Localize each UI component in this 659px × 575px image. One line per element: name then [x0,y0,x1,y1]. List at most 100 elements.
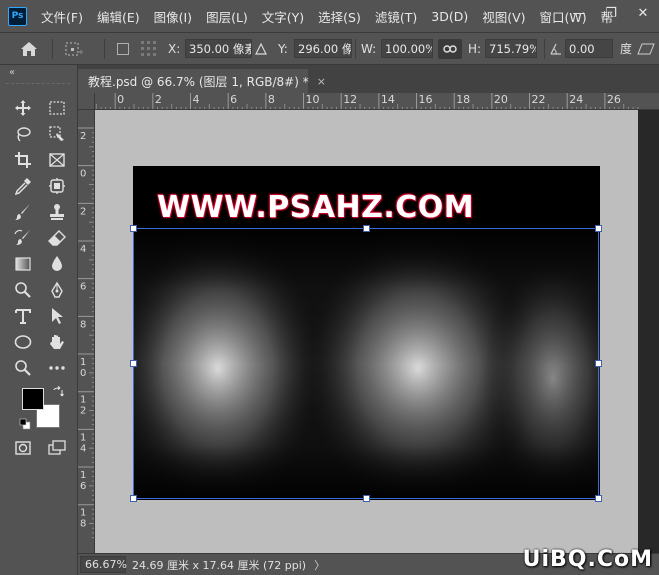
ruler-left-label: 4 [80,443,86,454]
panel-grip[interactable] [6,83,70,90]
transform-handle-bottom-left[interactable] [130,495,137,502]
frame-icon[interactable] [45,148,69,172]
zoom-icon[interactable] [11,356,35,380]
options-bar: X: 350.00 像素 Y: 296.00 像素 W: 100.00% H: … [0,32,659,65]
path-select-icon[interactable] [45,304,69,328]
clone-stamp-icon[interactable] [45,200,69,224]
ruler-left-label: 8 [80,519,86,530]
height-field[interactable]: 715.79% [485,39,537,58]
menu-select[interactable]: 选择(S) [311,7,368,26]
swap-colors-icon[interactable] [52,386,64,398]
horizontal-ruler[interactable]: 202468101214161820222426 [95,93,659,110]
transform-handle-bottom[interactable] [363,495,370,502]
width-field[interactable]: 100.00% [381,39,433,58]
x-position-field[interactable]: 350.00 像素 [185,39,252,58]
ruler-top-label: 14 [381,93,395,106]
ruler-top-label: 10 [306,93,320,106]
transform-bounding-box[interactable] [133,228,599,499]
quick-mask-icon[interactable] [11,436,35,460]
pen-icon[interactable] [45,278,69,302]
transform-handle-top-left[interactable] [130,225,137,232]
close-tab-icon[interactable]: × [317,75,326,88]
spot-heal-icon[interactable] [45,174,69,198]
ruler-top-label: 22 [532,93,546,106]
history-brush-icon[interactable] [11,226,35,250]
close-button[interactable]: ✕ [627,0,659,26]
menu-layer[interactable]: 图层(L) [199,7,255,26]
move-icon[interactable] [11,96,35,120]
rotation-field[interactable]: 0.00 [565,39,613,58]
delta-icon[interactable] [255,33,267,64]
menu-image[interactable]: 图像(I) [147,7,199,26]
document-tab-title: 教程.psd @ 66.7% (图层 1, RGB/8#) * [88,74,309,89]
reference-point-checkbox[interactable] [117,33,129,64]
canvas-title-text: WWW.PSAHZ.COM [157,190,475,225]
site-watermark-logo: UiBQ.CoM [522,547,653,572]
skew-icon[interactable] [637,33,655,64]
home-icon[interactable] [20,33,38,64]
zoom-level-field[interactable]: 66.67% [80,556,127,573]
ruler-origin[interactable] [78,93,95,110]
foreground-color-swatch[interactable] [22,388,44,410]
reference-point-grid-icon[interactable] [139,33,159,64]
ruler-left-label: 0 [80,368,86,379]
ellipse-icon[interactable] [11,330,35,354]
menu-bar: Ps 文件(F) 编辑(E) 图像(I) 图层(L) 文字(Y) 选择(S) 滤… [0,0,659,32]
document-size-info: 24.69 厘米 x 17.64 厘米 (72 ppi) [132,558,307,572]
blur-icon[interactable] [45,252,69,276]
window-controls: — ❐ ✕ [563,0,659,26]
ruler-top-label: 12 [343,93,357,106]
menu-3d[interactable]: 3D(D) [424,9,475,24]
status-menu-arrow-icon[interactable]: 〉 [314,557,325,573]
ruler-left-label: 1 [80,470,86,481]
transform-handle-top-right[interactable] [595,225,602,232]
gradient-icon[interactable] [11,252,35,276]
ruler-left-label: 6 [80,481,86,492]
transform-handle-right[interactable] [595,360,602,367]
y-position-field[interactable]: 296.00 像素 [294,39,352,58]
ruler-top-label: 20 [494,93,508,106]
document-workspace[interactable]: WWW.PSAHZ.COM [95,110,659,553]
lasso-icon[interactable] [11,122,35,146]
eraser-icon[interactable] [45,226,69,250]
rotate-icon [549,33,563,64]
collapse-panel-button[interactable]: « [9,67,15,78]
eyedropper-icon[interactable] [11,174,35,198]
more-icon[interactable] [45,356,69,380]
vertical-ruler[interactable]: 2024681012141618 [78,110,95,553]
transform-handle-top[interactable] [363,225,370,232]
link-icon[interactable] [438,33,462,64]
ruler-top-label: 6 [230,93,237,106]
ruler-top-label: 24 [569,93,583,106]
transform-reference-icon[interactable] [64,33,84,64]
restore-button[interactable]: ❐ [595,0,627,26]
ruler-left-label: 8 [80,319,86,330]
degree-label: 度 [620,42,633,56]
photoshop-logo[interactable]: Ps [8,6,27,26]
transform-handle-bottom-right[interactable] [595,495,602,502]
screen-mode-icon[interactable] [45,436,69,460]
brush-icon[interactable] [11,200,35,224]
ruler-left-label: 2 [80,406,86,417]
minimize-button[interactable]: — [563,0,595,26]
ruler-top-label: 4 [193,93,200,106]
crop-icon[interactable] [11,148,35,172]
ruler-left-label: 0 [80,169,86,180]
document-tab[interactable]: 教程.psd @ 66.7% (图层 1, RGB/8#) * × [78,69,326,93]
quick-select-icon[interactable] [45,122,69,146]
type-icon[interactable] [11,304,35,328]
marquee-icon[interactable] [45,96,69,120]
menu-type[interactable]: 文字(Y) [255,7,311,26]
ruler-left-label: 4 [80,244,86,255]
ruler-left-label: 2 [80,206,86,217]
dodge-icon[interactable] [11,278,35,302]
ruler-top-label: 18 [456,93,470,106]
pasteboard: WWW.PSAHZ.COM [95,110,638,553]
hand-icon[interactable] [45,330,69,354]
menu-filter[interactable]: 滤镜(T) [368,7,424,26]
menu-file[interactable]: 文件(F) [34,7,90,26]
menu-edit[interactable]: 编辑(E) [90,7,147,26]
default-colors-icon[interactable] [19,418,31,430]
menu-view[interactable]: 视图(V) [475,7,532,26]
transform-handle-left[interactable] [130,360,137,367]
